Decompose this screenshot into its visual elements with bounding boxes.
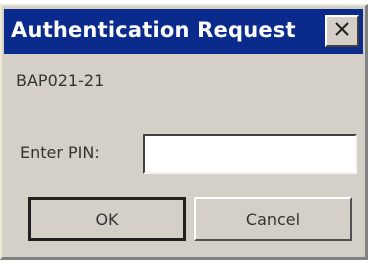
- pin-input[interactable]: [143, 134, 357, 174]
- title-bar: Authentication Request: [4, 9, 363, 54]
- cancel-button[interactable]: Cancel: [194, 197, 352, 241]
- close-icon: [334, 21, 350, 41]
- close-button[interactable]: [325, 15, 359, 47]
- ok-button-label: OK: [95, 209, 119, 229]
- device-id-label: BAP021-21: [16, 71, 105, 90]
- ok-button[interactable]: OK: [28, 197, 186, 241]
- cancel-button-label: Cancel: [245, 209, 301, 229]
- pin-label: Enter PIN:: [20, 143, 100, 162]
- authentication-dialog: Authentication Request BAP021-21 Enter P…: [0, 4, 368, 260]
- dialog-title: Authentication Request: [11, 18, 296, 42]
